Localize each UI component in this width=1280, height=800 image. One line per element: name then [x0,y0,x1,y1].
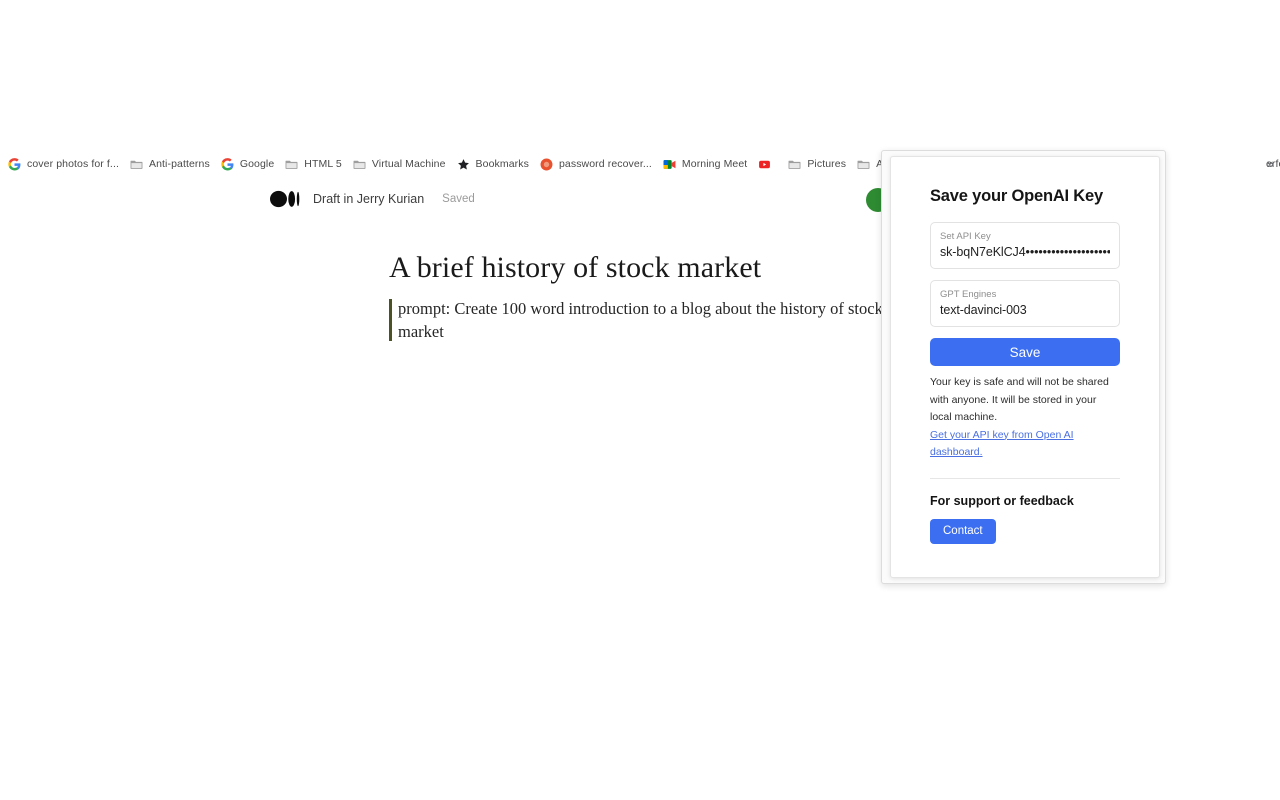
bookmark-label: Pictures [807,158,847,170]
bookmark-label: Bookmarks [475,158,529,170]
save-button[interactable]: Save [930,338,1120,366]
popup-title: Save your OpenAI Key [930,187,1103,205]
google-g-icon [221,157,234,171]
medium-logo-icon [270,190,304,208]
api-key-value[interactable]: sk-bqN7eKlCJ4•••••••••••••••••••• [940,244,1110,260]
save-status-label: Saved [442,193,475,205]
folder-icon [857,158,870,171]
folder-icon [285,158,298,171]
bookmark-html-5[interactable]: HTML 5 [281,153,349,175]
bookmark-cover-photos[interactable]: cover photos for f... [4,153,126,175]
article-title[interactable]: A brief history of stock market [389,248,889,288]
extension-popup-frame: Save your OpenAI Key Set API Key sk-bqN7… [881,150,1166,584]
bookmark-label: HTML 5 [304,158,342,170]
gpt-engine-value[interactable]: text-davinci-003 [940,302,1110,318]
gpt-engine-field[interactable]: GPT Engines text-davinci-003 [930,280,1120,327]
editor-header: Draft in Jerry Kurian Saved [270,188,475,210]
key-safety-note: Your key is safe and will not be shared … [930,376,1109,423]
bookmark-label: Morning Meet [681,158,748,170]
prompt-quote-bar [389,299,392,341]
bookmark-virtual-machine[interactable]: Virtual Machine [349,153,453,175]
bookmark-anti-patterns[interactable]: Anti-patterns [126,153,217,175]
bookmark-label: password recover... [558,158,652,170]
star-icon [457,158,470,171]
prompt-block[interactable]: prompt: Create 100 word introduction to … [389,297,889,343]
bookmark-label: Anti-patterns [148,158,210,170]
bookmark-morning-meet[interactable]: Morning Meet [659,153,754,175]
openai-dashboard-link[interactable]: Get your API key from Open AI dashboard. [930,427,1120,462]
bookmark-label: cover photos for f... [27,158,119,170]
bookmark-bookmarks[interactable]: Bookmarks [453,153,536,175]
section-divider [930,477,1120,479]
article-body: A brief history of stock market prompt: … [389,248,889,343]
contact-button[interactable]: Contact [930,518,996,544]
folder-icon [130,158,143,171]
bookmark-label: Virtual Machine [371,158,446,170]
api-key-label: Set API Key [940,231,991,242]
folder-icon [353,158,366,171]
folder-icon [788,158,801,171]
browser-window: cover photos for f... Anti-patterns Goog… [0,0,1280,800]
bookmark-label: Google [239,158,275,170]
support-heading: For support or feedback [930,493,1074,508]
prompt-text[interactable]: prompt: Create 100 word introduction to … [398,297,889,343]
orange-circle-icon [540,158,553,171]
bookmark-pictures[interactable]: Pictures [784,153,853,175]
api-key-field[interactable]: Set API Key sk-bqN7eKlCJ4•••••••••••••••… [930,222,1120,269]
bookmark-password-recover[interactable]: password recover... [536,153,659,175]
google-g-icon [8,157,21,171]
google-meet-icon [663,158,676,171]
draft-owner-label: Draft in Jerry Kurian [313,192,425,206]
gpt-engine-label: GPT Engines [940,289,997,300]
youtube-icon [758,158,771,171]
bookmark-google[interactable]: Google [217,153,281,175]
bookmark-youtube[interactable] [754,153,784,175]
bookmarks-overflow-icon[interactable]: » [1267,156,1274,172]
extension-popup: Save your OpenAI Key Set API Key sk-bqN7… [890,156,1160,578]
